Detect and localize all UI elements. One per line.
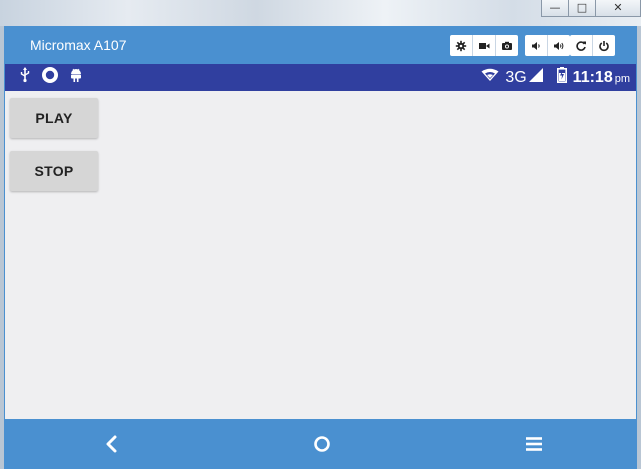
stop-button[interactable]: STOP: [10, 151, 98, 191]
emulator-titlebar: Micromax A107: [4, 26, 637, 64]
signal-icon: [528, 68, 543, 87]
android-status-bar: 3G 11:18 pm: [5, 64, 636, 91]
close-button[interactable]: ✕: [595, 0, 641, 17]
volume-toolbar: [525, 35, 570, 56]
power-toolbar: [570, 35, 615, 56]
volume-down-icon[interactable]: [525, 35, 548, 56]
power-icon[interactable]: [593, 35, 615, 56]
battery-icon: [556, 67, 567, 88]
camera-icon[interactable]: [496, 35, 518, 56]
clock-ampm: pm: [614, 72, 630, 85]
gear-icon[interactable]: [450, 35, 473, 56]
android-nav-bar: [4, 419, 637, 469]
window-controls: — □ ✕: [541, 0, 641, 18]
volume-up-icon[interactable]: [548, 35, 570, 56]
back-icon[interactable]: [99, 431, 125, 457]
rotate-icon[interactable]: [570, 35, 593, 56]
capture-toolbar: [450, 35, 518, 56]
usb-icon: [19, 67, 31, 88]
circle-icon: [41, 66, 59, 89]
app-content: PLAY STOP: [5, 91, 636, 419]
network-type: 3G: [505, 68, 527, 86]
video-icon[interactable]: [473, 35, 496, 56]
play-button[interactable]: PLAY: [10, 98, 98, 138]
home-icon[interactable]: [309, 431, 335, 457]
android-icon: [69, 67, 83, 88]
device-title: Micromax A107: [30, 37, 127, 53]
menu-icon[interactable]: [521, 431, 547, 457]
wifi-icon: [481, 68, 499, 87]
emulator-window: Micromax A107 3G 11:18 pm PLAY STOP: [4, 26, 637, 469]
maximize-button[interactable]: □: [568, 0, 596, 17]
minimize-button[interactable]: —: [541, 0, 569, 17]
clock-time: 11:18: [572, 68, 613, 86]
status-clock: 11:18 pm: [573, 69, 630, 87]
